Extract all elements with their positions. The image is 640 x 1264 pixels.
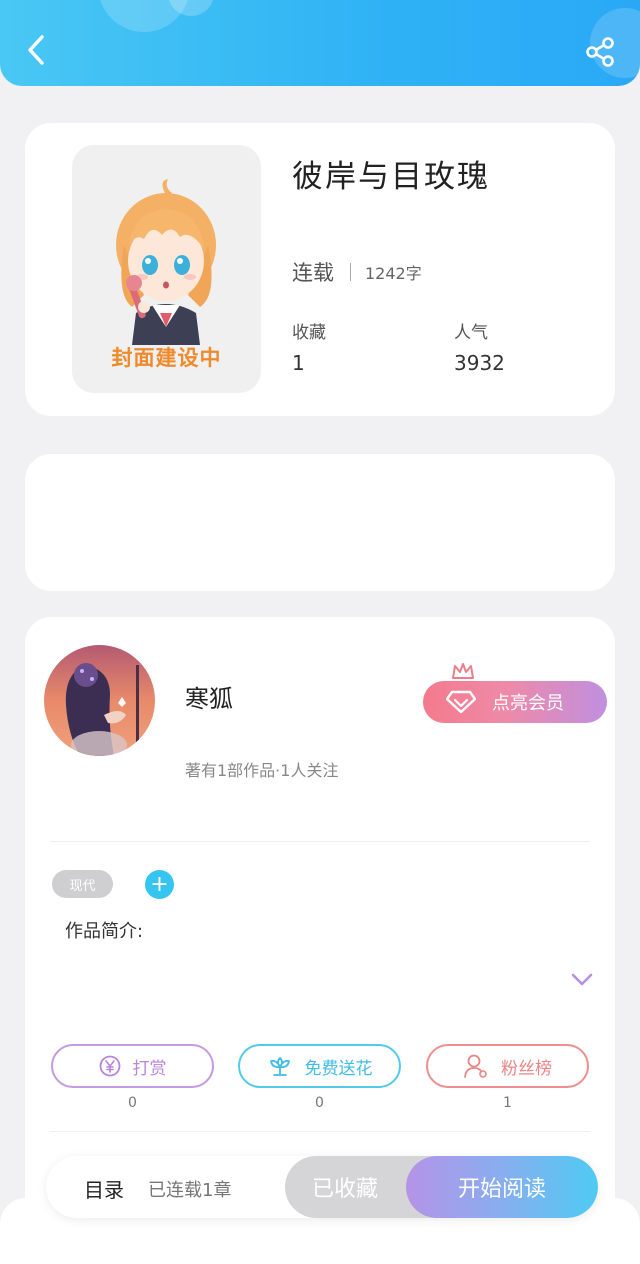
- send-flower-button[interactable]: 免费送花: [238, 1044, 401, 1088]
- user-icon: [464, 1054, 487, 1078]
- send-flower-label: 免费送花: [304, 1058, 373, 1079]
- book-title: 彼岸与目玫瑰: [292, 159, 490, 195]
- yen-icon: [99, 1055, 120, 1077]
- divider: [50, 1131, 590, 1132]
- author-meta: 著有1部作品·1人关注: [185, 761, 339, 780]
- reward-button[interactable]: 打赏: [51, 1044, 214, 1088]
- flower-icon: [269, 1057, 290, 1076]
- fan-ranking-button[interactable]: 粉丝榜: [426, 1044, 589, 1088]
- book-cover[interactable]: 封面建设中: [72, 145, 261, 393]
- popularity-label: 人气: [454, 323, 488, 343]
- toc-button[interactable]: 目录: [84, 1174, 124, 1203]
- reward-label: 打赏: [132, 1058, 167, 1079]
- cover-illustration: [116, 179, 216, 345]
- favorites-value: 1: [292, 351, 305, 375]
- start-reading-label: 开始阅读: [457, 1177, 546, 1202]
- intro-label: 作品简介:: [65, 921, 144, 942]
- favorites-label: 收藏: [292, 323, 326, 343]
- book-info-card: 封面建设中 彼岸与目玫瑰 连载 1242字 收藏 1 人气 3932: [25, 123, 615, 416]
- serial-status: 连载: [292, 261, 334, 285]
- send-flower-count: 0: [315, 1095, 324, 1111]
- popularity-value: 3932: [454, 351, 505, 375]
- diamond-icon: [446, 690, 476, 714]
- book-status-row: 连载 1242字: [292, 257, 422, 287]
- bottom-action-bar: 目录 已连载1章 已收藏 开始阅读: [46, 1156, 598, 1218]
- top-bar: [0, 0, 640, 86]
- collected-label: 已收藏: [311, 1177, 378, 1202]
- back-button[interactable]: [18, 30, 54, 70]
- fan-ranking-count: 1: [503, 1095, 512, 1111]
- fan-ranking-label: 粉丝榜: [501, 1058, 552, 1079]
- cover-placeholder-text: 封面建设中: [111, 346, 222, 370]
- chevron-down-icon[interactable]: [571, 973, 593, 987]
- author-avatar[interactable]: [44, 645, 155, 756]
- word-count: 1242字: [365, 264, 422, 283]
- start-reading-button[interactable]: 开始阅读: [406, 1156, 598, 1218]
- blank-card: [25, 454, 615, 591]
- divider: [50, 841, 590, 842]
- share-button[interactable]: [580, 32, 620, 72]
- chevron-left-icon: [28, 35, 44, 65]
- avatar-image: [44, 645, 155, 756]
- vip-button[interactable]: 点亮会员: [423, 681, 607, 723]
- author-name[interactable]: 寒狐: [185, 679, 233, 714]
- reward-count: 0: [128, 1095, 137, 1111]
- status-divider: [350, 263, 351, 281]
- chapter-info: 已连载1章: [148, 1180, 232, 1201]
- vip-button-label: 点亮会员: [492, 693, 564, 714]
- share-icon: [586, 37, 614, 67]
- add-tag-button[interactable]: +: [145, 870, 174, 899]
- crown-icon: [452, 663, 474, 679]
- genre-tag[interactable]: 现代: [52, 870, 113, 898]
